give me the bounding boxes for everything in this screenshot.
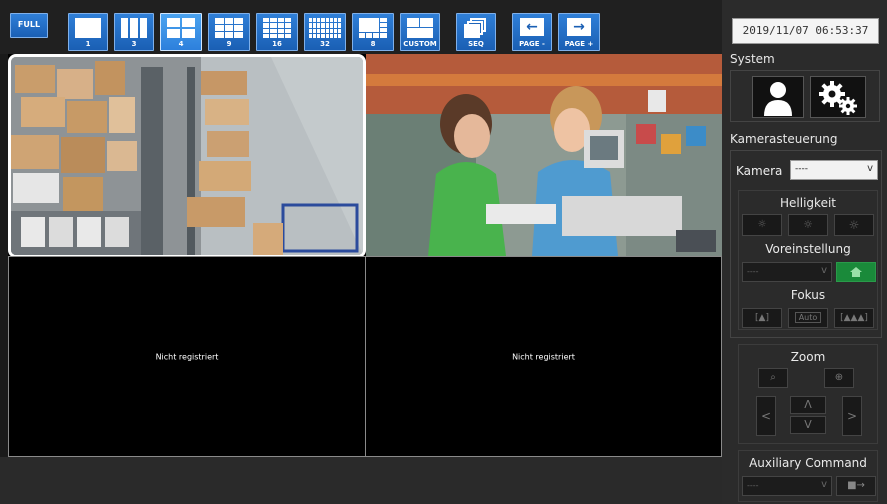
chevron-down-icon: V <box>804 418 812 431</box>
camera-control-title: Kamerasteuerung <box>730 132 838 146</box>
focus-label: Fokus <box>790 288 826 302</box>
send-command-icon: ■→ <box>847 480 865 491</box>
brightness-reset-button[interactable]: ☼ <box>788 214 828 236</box>
layout-32-icon <box>309 18 341 38</box>
sequence-label: SEQ <box>468 40 484 48</box>
focus-far-button[interactable]: [▲▲▲] <box>834 308 874 328</box>
layout-3-label: 3 <box>131 40 137 48</box>
layout-4-button[interactable]: 4 <box>160 13 202 51</box>
sequence-icon <box>464 18 488 38</box>
layout-9-label: 9 <box>226 40 232 48</box>
page-prev-label: PAGE - <box>519 40 545 48</box>
brightness-label: Helligkeit <box>780 196 836 210</box>
layout-8-icon <box>359 18 387 38</box>
zoom-label: Zoom <box>790 350 826 364</box>
chevron-right-icon: > <box>846 409 858 423</box>
tilt-down-button[interactable]: V <box>790 416 826 434</box>
layout-4-label: 4 <box>178 40 184 48</box>
preset-select[interactable]: ---- v <box>742 262 832 282</box>
brightness-up-button[interactable]: ☼ <box>834 214 874 236</box>
layout-1-button[interactable]: 1 <box>68 13 108 51</box>
sun-icon: ☼ <box>803 218 813 231</box>
layout-9-button[interactable]: 9 <box>208 13 250 51</box>
system-title: System <box>730 52 775 66</box>
page-next-label: PAGE + <box>564 40 594 48</box>
auxiliary-select-value: ---- <box>747 481 759 490</box>
gears-icon <box>819 81 857 115</box>
focus-auto-label: Auto <box>794 312 822 323</box>
layout-32-label: 32 <box>320 40 330 48</box>
chevron-left-icon: < <box>760 409 772 423</box>
chevron-down-icon: v <box>821 265 827 276</box>
camera-select-value: ---- <box>795 164 808 174</box>
settings-button[interactable] <box>810 76 866 118</box>
focus-near-icon: [▲] <box>755 313 769 323</box>
home-icon <box>850 267 862 277</box>
camera-select[interactable]: ---- v <box>790 160 878 180</box>
zoom-in-button[interactable]: ⊕ <box>824 368 854 388</box>
camera-view-1[interactable] <box>8 54 366 258</box>
arrow-left-icon: ← <box>520 18 544 36</box>
warehouse-camera-image <box>11 57 363 255</box>
sequence-button[interactable]: SEQ <box>456 13 496 51</box>
auxiliary-select[interactable]: ---- v <box>742 476 832 496</box>
arrow-right-icon: → <box>567 18 591 36</box>
preset-select-value: ---- <box>747 267 759 276</box>
chevron-up-icon: Λ <box>804 398 812 411</box>
layout-32-button[interactable]: 32 <box>304 13 346 51</box>
user-icon <box>764 82 792 116</box>
layout-custom-icon <box>407 18 433 38</box>
layout-9-icon <box>215 18 243 38</box>
layout-custom-button[interactable]: CUSTOM <box>400 13 440 51</box>
zoom-out-button[interactable]: ⌕ <box>758 368 788 388</box>
chevron-down-icon: v <box>867 163 873 174</box>
layout-1-icon <box>75 18 101 38</box>
shop-camera-image <box>366 54 722 256</box>
layout-8-button[interactable]: 8 <box>352 13 394 51</box>
control-panel: 2019/11/07 06:53:37 System Kamerasteueru… <box>722 0 887 504</box>
tilt-up-button[interactable]: Λ <box>790 396 826 414</box>
preset-home-button[interactable] <box>836 262 876 282</box>
focus-near-button[interactable]: [▲] <box>742 308 782 328</box>
camera-view-4[interactable]: Nicht registriert <box>365 256 722 457</box>
full-button-label: FULL <box>17 20 41 29</box>
layout-16-icon <box>263 18 291 38</box>
auxiliary-send-button[interactable]: ■→ <box>836 476 876 496</box>
layout-4-icon <box>167 18 195 38</box>
preset-label: Voreinstellung <box>765 242 851 256</box>
page-next-button[interactable]: → PAGE + <box>558 13 600 51</box>
camera-grid: Nicht registriert Nicht registriert <box>8 54 722 457</box>
pan-right-button[interactable]: > <box>842 396 862 436</box>
status-bar <box>0 457 722 504</box>
camera-label: Kamera <box>736 164 783 178</box>
layout-3-button[interactable]: 3 <box>114 13 154 51</box>
auxiliary-command-label: Auxiliary Command <box>749 456 867 470</box>
brightness-down-button[interactable]: ☼ <box>742 214 782 236</box>
camera-view-3[interactable]: Nicht registriert <box>8 256 366 457</box>
user-button[interactable] <box>752 76 804 118</box>
focus-auto-button[interactable]: Auto <box>788 308 828 328</box>
not-registered-message: Nicht registriert <box>512 352 575 361</box>
chevron-down-icon: v <box>821 479 827 490</box>
not-registered-message: Nicht registriert <box>155 352 219 361</box>
layout-16-label: 16 <box>272 40 282 48</box>
date-time-display: 2019/11/07 06:53:37 <box>732 18 879 44</box>
layout-16-button[interactable]: 16 <box>256 13 298 51</box>
sun-large-icon: ☼ <box>848 218 860 232</box>
camera-view-2[interactable] <box>366 54 722 256</box>
layout-3-icon <box>121 18 147 38</box>
focus-far-icon: [▲▲▲] <box>840 313 868 323</box>
layout-toolbar: FULL 1 3 4 9 16 32 8 CUSTOM SEQ ← PAGE -… <box>0 0 722 54</box>
magnifier-minus-icon: ⌕ <box>770 372 776 383</box>
layout-custom-label: CUSTOM <box>403 40 437 48</box>
pan-left-button[interactable]: < <box>756 396 776 436</box>
layout-1-label: 1 <box>85 40 91 48</box>
magnifier-plus-icon: ⊕ <box>834 372 844 383</box>
layout-8-label: 8 <box>370 40 376 48</box>
full-screen-button[interactable]: FULL <box>10 13 48 38</box>
page-prev-button[interactable]: ← PAGE - <box>512 13 552 51</box>
sun-small-icon: ☼ <box>757 219 767 230</box>
